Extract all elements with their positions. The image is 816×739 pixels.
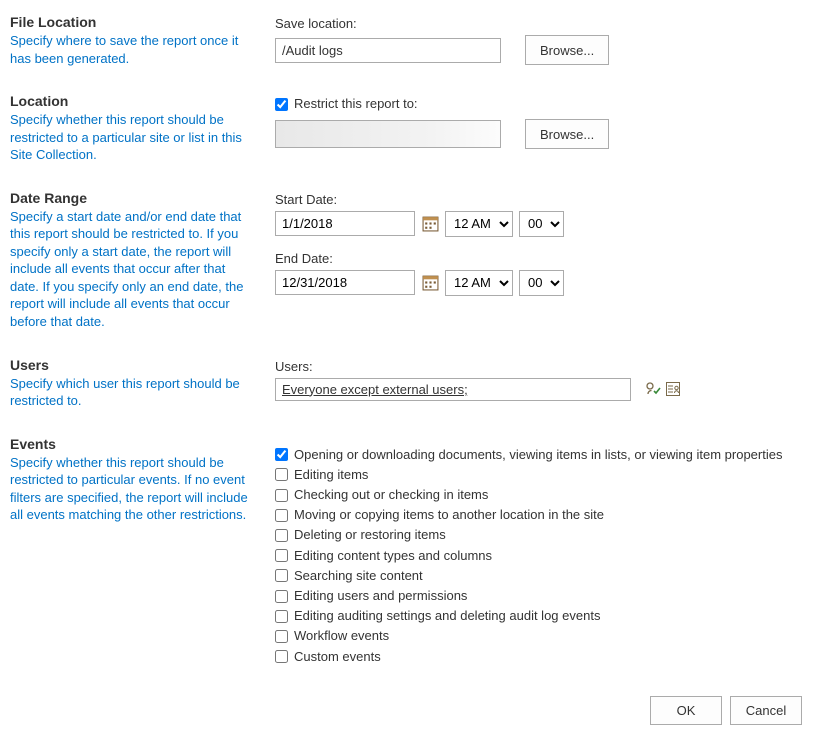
restrict-checkbox[interactable]: [275, 98, 288, 111]
browse-people-icon[interactable]: [665, 381, 681, 397]
start-date-label: Start Date:: [275, 192, 806, 207]
save-location-browse-button[interactable]: Browse...: [525, 35, 609, 65]
date-range-desc: Specify a start date and/or end date tha…: [10, 208, 255, 331]
users-desc: Specify which user this report should be…: [10, 375, 255, 410]
section-file-location: File Location Specify where to save the …: [10, 4, 806, 83]
section-users: Users Specify which user this report sho…: [10, 347, 806, 426]
check-names-icon[interactable]: [645, 381, 661, 397]
end-minute-select[interactable]: 00: [519, 270, 564, 296]
event-checkbox[interactable]: [275, 509, 288, 522]
save-location-input[interactable]: [275, 38, 501, 63]
date-range-title: Date Range: [10, 190, 255, 206]
event-label: Editing content types and columns: [294, 547, 492, 565]
event-checkbox[interactable]: [275, 630, 288, 643]
ok-button[interactable]: OK: [650, 696, 722, 725]
restrict-browse-button[interactable]: Browse...: [525, 119, 609, 149]
event-label: Custom events: [294, 648, 381, 666]
event-checkbox[interactable]: [275, 468, 288, 481]
event-label: Checking out or checking in items: [294, 486, 488, 504]
event-checkbox[interactable]: [275, 569, 288, 582]
events-list: Opening or downloading documents, viewin…: [275, 436, 806, 668]
event-checkbox[interactable]: [275, 529, 288, 542]
end-date-input[interactable]: [275, 270, 415, 295]
end-hour-select[interactable]: 12 AM: [445, 270, 513, 296]
cancel-button[interactable]: Cancel: [730, 696, 802, 725]
calendar-icon[interactable]: [421, 274, 439, 292]
start-minute-select[interactable]: 00: [519, 211, 564, 237]
event-label: Editing auditing settings and deleting a…: [294, 607, 600, 625]
event-label: Deleting or restoring items: [294, 526, 446, 544]
restrict-label: Restrict this report to:: [294, 95, 418, 113]
start-hour-select[interactable]: 12 AM: [445, 211, 513, 237]
event-checkbox[interactable]: [275, 610, 288, 623]
section-location: Location Specify whether this report sho…: [10, 83, 806, 180]
event-checkbox[interactable]: [275, 489, 288, 502]
event-checkbox[interactable]: [275, 448, 288, 461]
event-label: Searching site content: [294, 567, 423, 585]
event-checkbox[interactable]: [275, 650, 288, 663]
users-title: Users: [10, 357, 255, 373]
location-title: Location: [10, 93, 255, 109]
location-desc: Specify whether this report should be re…: [10, 111, 255, 164]
start-date-input[interactable]: [275, 211, 415, 236]
event-checkbox[interactable]: [275, 549, 288, 562]
section-date-range: Date Range Specify a start date and/or e…: [10, 180, 806, 347]
users-input[interactable]: [275, 378, 631, 401]
calendar-icon[interactable]: [421, 215, 439, 233]
footer-buttons: OK Cancel: [10, 672, 806, 729]
event-label: Moving or copying items to another locat…: [294, 506, 604, 524]
end-date-label: End Date:: [275, 251, 806, 266]
file-location-desc: Specify where to save the report once it…: [10, 32, 255, 67]
users-label: Users:: [275, 359, 806, 374]
events-title: Events: [10, 436, 255, 452]
event-label: Editing items: [294, 466, 368, 484]
event-label: Workflow events: [294, 627, 389, 645]
event-label: Opening or downloading documents, viewin…: [294, 446, 782, 464]
restrict-path-input: [275, 120, 501, 148]
event-checkbox[interactable]: [275, 590, 288, 603]
save-location-label: Save location:: [275, 16, 806, 31]
section-events: Events Specify whether this report shoul…: [10, 426, 806, 672]
file-location-title: File Location: [10, 14, 255, 30]
event-label: Editing users and permissions: [294, 587, 467, 605]
events-desc: Specify whether this report should be re…: [10, 454, 255, 524]
